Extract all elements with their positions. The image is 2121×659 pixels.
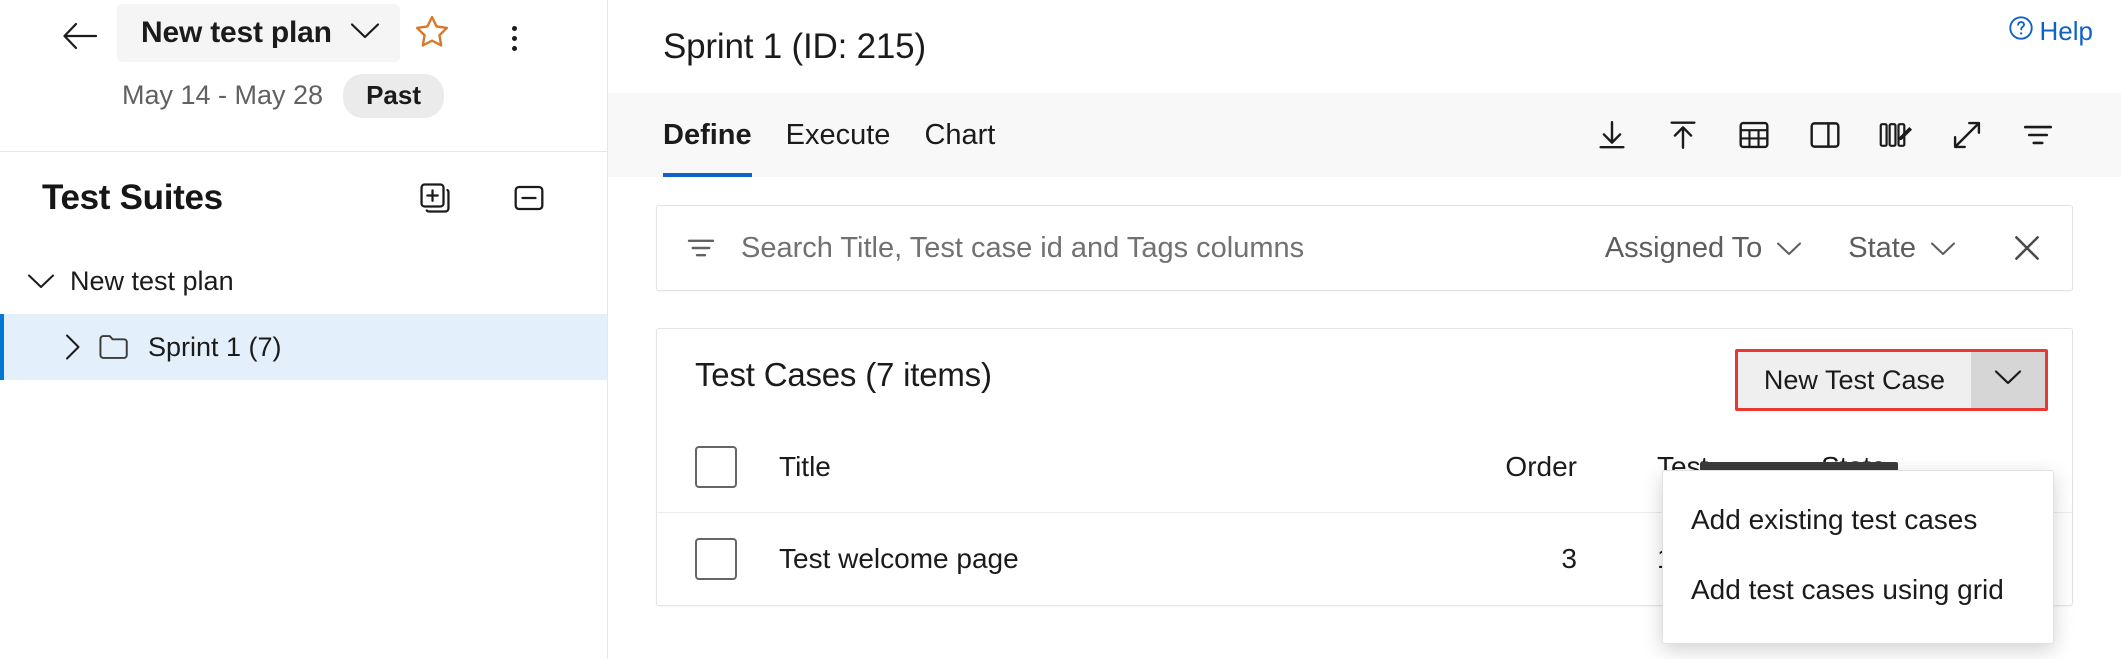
help-link[interactable]: Help (2007, 14, 2093, 49)
new-test-case-button[interactable]: New Test Case (1738, 352, 1971, 408)
test-plan-sidebar: New test plan May 14 - May 28 Past (0, 0, 608, 659)
add-to-collection-icon[interactable] (415, 178, 455, 218)
menu-item-label: Add existing test cases (1691, 504, 1977, 536)
test-cases-header: Test Cases (7 items) New Test Case (657, 329, 2072, 421)
tab-execute[interactable]: Execute (769, 93, 908, 177)
tab-label: Execute (786, 119, 891, 152)
tree-item-new-test-plan[interactable]: New test plan (0, 248, 607, 314)
search-input[interactable] (739, 231, 1559, 266)
tab-define[interactable]: Define (663, 93, 769, 177)
filter-icon (685, 232, 717, 264)
export-icon[interactable] (1647, 102, 1718, 168)
column-options-icon[interactable] (1860, 102, 1931, 168)
tree-item-label: Sprint 1 (7) (148, 332, 282, 363)
collapse-all-icon[interactable] (509, 178, 549, 218)
suite-title-bar: Sprint 1 (ID: 215) Help (608, 0, 2121, 93)
tabs: Define Execute Chart (663, 93, 1012, 177)
plan-header: New test plan May 14 - May 28 Past (0, 0, 607, 152)
filter-icon[interactable] (2002, 102, 2073, 168)
menu-item-label: Add test cases using grid (1691, 574, 2004, 606)
new-test-case-split-button: New Test Case (1735, 349, 2048, 411)
chevron-down-icon (1776, 232, 1802, 265)
assigned-to-label: Assigned To (1605, 232, 1762, 265)
more-vertical-icon[interactable] (492, 14, 536, 62)
tab-label: Chart (924, 119, 995, 152)
menu-item-add-test-cases-using-grid[interactable]: Add test cases using grid (1663, 555, 2053, 625)
suite-tab-bar: Define Execute Chart (608, 93, 2121, 177)
new-test-case-caret-button[interactable] (1971, 352, 2045, 408)
test-suite-tree: New test plan Sprint 1 (7) (0, 244, 607, 380)
select-all-checkbox[interactable] (695, 446, 737, 488)
test-suites-actions (415, 152, 549, 244)
chevron-down-icon[interactable] (20, 260, 62, 302)
tree-item-label: New test plan (70, 266, 234, 297)
filter-bar: Assigned To State (656, 205, 2073, 291)
grid-view-icon[interactable] (1718, 102, 1789, 168)
row-checkbox[interactable] (695, 538, 737, 580)
state-label: State (1848, 232, 1916, 265)
cell-order: 3 (1397, 543, 1577, 575)
state-dropdown[interactable]: State (1848, 232, 1956, 265)
chevron-down-icon (350, 22, 380, 45)
new-test-case-dropdown-menu: Add existing test cases Add test cases u… (1662, 470, 2054, 644)
menu-item-add-existing-test-cases[interactable]: Add existing test cases (1663, 485, 2053, 555)
test-cases-title: Test Cases (7 items) (695, 356, 992, 394)
import-icon[interactable] (1576, 102, 1647, 168)
clear-filter-button[interactable] (2004, 225, 2050, 271)
back-arrow-icon[interactable] (57, 14, 101, 58)
split-pane-icon[interactable] (1789, 102, 1860, 168)
tab-label: Define (663, 119, 752, 152)
folder-icon (94, 330, 136, 364)
page-title: Sprint 1 (ID: 215) (663, 27, 926, 67)
cell-title: Test welcome page (737, 543, 1397, 575)
chevron-right-icon[interactable] (52, 326, 94, 368)
assigned-to-dropdown[interactable]: Assigned To (1605, 232, 1802, 265)
chevron-down-icon (1930, 232, 1956, 265)
chevron-down-icon (1994, 369, 2022, 391)
help-circle-icon (2007, 14, 2035, 49)
help-label: Help (2040, 16, 2093, 47)
plan-date-range: May 14 - May 28 (122, 80, 323, 111)
star-icon[interactable] (408, 8, 456, 56)
plan-date-row: May 14 - May 28 Past (0, 74, 607, 118)
status-badge: Past (343, 74, 444, 118)
test-suites-title: Test Suites (42, 178, 223, 218)
test-plans-page: New test plan May 14 - May 28 Past (0, 0, 2121, 659)
fullscreen-icon[interactable] (1931, 102, 2002, 168)
plan-selector-button[interactable]: New test plan (117, 4, 400, 62)
plan-name-label: New test plan (141, 16, 332, 50)
column-header-title[interactable]: Title (737, 451, 1397, 483)
column-header-order[interactable]: Order (1397, 451, 1577, 483)
suite-toolbar (1576, 93, 2073, 177)
tab-chart[interactable]: Chart (907, 93, 1012, 177)
tree-item-sprint-1[interactable]: Sprint 1 (7) (0, 314, 607, 380)
test-suites-header: Test Suites (0, 152, 607, 244)
